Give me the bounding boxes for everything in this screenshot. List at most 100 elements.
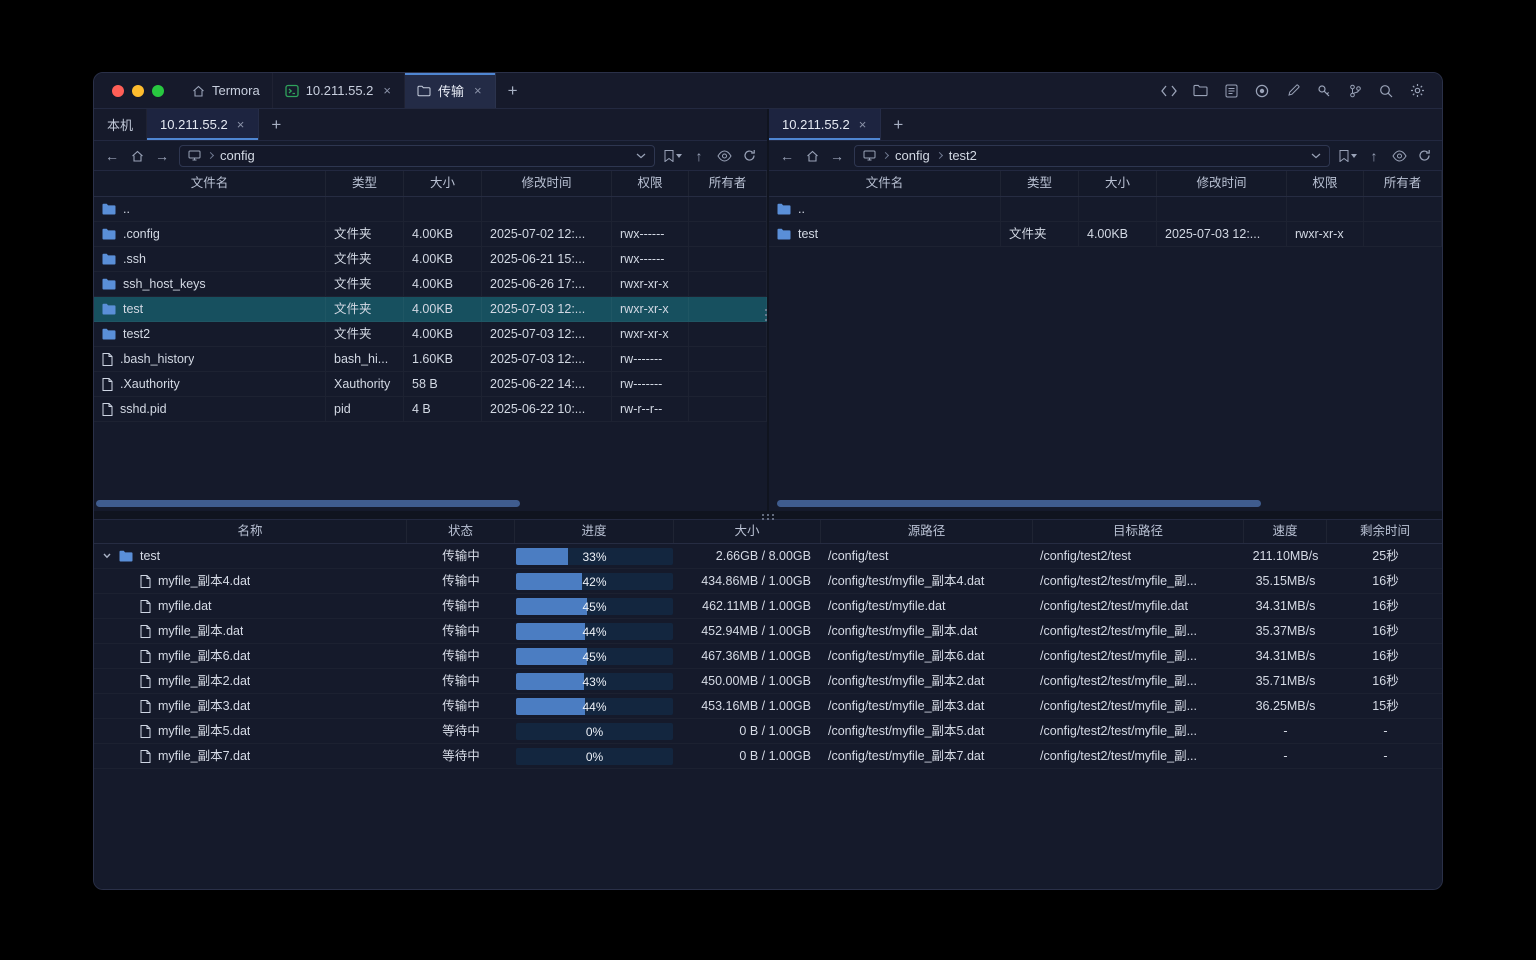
show-hidden-button[interactable] xyxy=(1391,146,1407,166)
search-icon[interactable] xyxy=(1377,82,1395,100)
transfer-row[interactable]: myfile_副本5.dat等待中0%0 B / 1.00GB/config/t… xyxy=(94,719,1442,744)
file-row[interactable]: .bash_historybash_hi...1.60KB2025-07-03 … xyxy=(94,347,767,372)
close-window-button[interactable] xyxy=(112,85,124,97)
chevron-down-icon[interactable] xyxy=(102,551,112,561)
file-row[interactable]: .. xyxy=(769,197,1442,222)
file-row[interactable]: sshd.pidpid4 B2025-06-22 10:...rw-r--r-- xyxy=(94,397,767,422)
path-segment[interactable]: test2 xyxy=(949,148,977,163)
zoom-window-button[interactable] xyxy=(152,85,164,97)
column-header[interactable]: 类型 xyxy=(326,171,404,196)
horizontal-scrollbar[interactable] xyxy=(96,500,520,507)
code-icon[interactable] xyxy=(1160,82,1178,100)
settings-icon[interactable] xyxy=(1408,82,1426,100)
back-button[interactable]: ← xyxy=(104,146,120,166)
folder-icon[interactable] xyxy=(1191,82,1209,100)
key-icon[interactable] xyxy=(1315,82,1333,100)
panel-new-tab-button[interactable]: + xyxy=(881,109,915,140)
transfer-name: myfile_副本3.dat xyxy=(158,694,250,718)
transfer-target-path: /config/test2/test/myfile_副... xyxy=(1033,669,1244,693)
column-header[interactable]: 类型 xyxy=(1001,171,1079,196)
path-breadcrumb[interactable]: config xyxy=(179,145,655,167)
home-button[interactable] xyxy=(804,146,820,166)
column-header[interactable]: 状态 xyxy=(407,520,515,543)
close-tab-icon[interactable]: × xyxy=(236,117,246,132)
column-header[interactable]: 源路径 xyxy=(821,520,1033,543)
progress-label: 0% xyxy=(516,723,673,740)
column-header[interactable]: 文件名 xyxy=(94,171,326,196)
new-tab-button[interactable]: + xyxy=(496,73,530,108)
panel-tab-host[interactable]: 10.211.55.2 × xyxy=(769,109,881,140)
file-row[interactable]: .config文件夹4.00KB2025-07-02 12:...rwx----… xyxy=(94,222,767,247)
transfer-splitter[interactable] xyxy=(94,511,1442,520)
forward-button[interactable]: → xyxy=(154,146,170,166)
file-owner-cell xyxy=(689,197,767,221)
bookmark-button[interactable] xyxy=(664,146,682,166)
transfer-row[interactable]: myfile.dat传输中45%462.11MB / 1.00GB/config… xyxy=(94,594,1442,619)
transfer-remaining-time: 16秒 xyxy=(1327,619,1443,643)
close-tab-icon[interactable]: × xyxy=(473,83,483,98)
chevron-down-icon[interactable] xyxy=(636,153,646,159)
bookmark-button[interactable] xyxy=(1339,146,1357,166)
show-hidden-button[interactable] xyxy=(716,146,732,166)
file-row[interactable]: test2文件夹4.00KB2025-07-03 12:...rwxr-xr-x xyxy=(94,322,767,347)
transfer-row[interactable]: myfile_副本4.dat传输中42%434.86MB / 1.00GB/co… xyxy=(94,569,1442,594)
column-header[interactable]: 大小 xyxy=(1079,171,1157,196)
branch-icon[interactable] xyxy=(1346,82,1364,100)
tab-host-10-211-55-2[interactable]: 10.211.55.2 × xyxy=(273,73,405,108)
column-header[interactable]: 名称 xyxy=(94,520,407,543)
tab-termora[interactable]: Termora xyxy=(180,73,273,108)
file-row[interactable]: ssh_host_keys文件夹4.00KB2025-06-26 17:...r… xyxy=(94,272,767,297)
refresh-button[interactable] xyxy=(1416,146,1432,166)
up-directory-button[interactable]: ↑ xyxy=(691,146,707,166)
transfer-row[interactable]: myfile_副本6.dat传输中45%467.36MB / 1.00GB/co… xyxy=(94,644,1442,669)
file-row[interactable]: .XauthorityXauthority58 B2025-06-22 14:.… xyxy=(94,372,767,397)
panel-tab-host[interactable]: 10.211.55.2 × xyxy=(147,109,259,140)
file-row[interactable]: .. xyxy=(94,197,767,222)
close-tab-icon[interactable]: × xyxy=(858,117,868,132)
file-row[interactable]: test文件夹4.00KB2025-07-03 12:...rwxr-xr-x xyxy=(94,297,767,322)
panel-new-tab-button[interactable]: + xyxy=(259,109,293,140)
panel-tab-local[interactable]: 本机 xyxy=(94,109,147,140)
column-header[interactable]: 所有者 xyxy=(1364,171,1442,196)
record-icon[interactable] xyxy=(1253,82,1271,100)
column-header[interactable]: 大小 xyxy=(674,520,821,543)
folder-icon xyxy=(102,278,116,290)
transfer-row[interactable]: myfile_副本3.dat传输中44%453.16MB / 1.00GB/co… xyxy=(94,694,1442,719)
up-directory-button[interactable]: ↑ xyxy=(1366,146,1382,166)
column-header[interactable]: 修改时间 xyxy=(482,171,612,196)
edit-icon[interactable] xyxy=(1284,82,1302,100)
file-row[interactable]: .ssh文件夹4.00KB2025-06-21 15:...rwx------ xyxy=(94,247,767,272)
close-tab-icon[interactable]: × xyxy=(382,83,392,98)
column-header[interactable]: 权限 xyxy=(612,171,689,196)
column-header[interactable]: 大小 xyxy=(404,171,482,196)
minimize-window-button[interactable] xyxy=(132,85,144,97)
back-button[interactable]: ← xyxy=(779,146,795,166)
tab-transfer[interactable]: 传输 × xyxy=(405,73,496,108)
transfer-row[interactable]: myfile_副本7.dat等待中0%0 B / 1.00GB/config/t… xyxy=(94,744,1442,769)
column-header[interactable]: 速度 xyxy=(1244,520,1327,543)
chevron-down-icon[interactable] xyxy=(1311,153,1321,159)
path-segment[interactable]: config xyxy=(895,148,930,163)
path-segment[interactable]: config xyxy=(220,148,255,163)
column-header[interactable]: 权限 xyxy=(1287,171,1364,196)
transfer-row[interactable]: myfile_副本2.dat传输中43%450.00MB / 1.00GB/co… xyxy=(94,669,1442,694)
column-header[interactable]: 文件名 xyxy=(769,171,1001,196)
column-header[interactable]: 剩余时间 xyxy=(1327,520,1443,543)
transfer-row[interactable]: test传输中33%2.66GB / 8.00GB/config/test/co… xyxy=(94,544,1442,569)
column-header[interactable]: 所有者 xyxy=(689,171,767,196)
forward-button[interactable]: → xyxy=(829,146,845,166)
folder-icon xyxy=(102,228,116,240)
column-header[interactable]: 修改时间 xyxy=(1157,171,1287,196)
file-permissions-cell: rwxr-xr-x xyxy=(612,297,689,321)
refresh-button[interactable] xyxy=(741,146,757,166)
log-icon[interactable] xyxy=(1222,82,1240,100)
path-breadcrumb[interactable]: config test2 xyxy=(854,145,1330,167)
home-button[interactable] xyxy=(129,146,145,166)
column-header[interactable]: 进度 xyxy=(515,520,674,543)
file-name-cell: sshd.pid xyxy=(94,397,326,421)
file-row[interactable]: test文件夹4.00KB2025-07-03 12:...rwxr-xr-x xyxy=(769,222,1442,247)
column-header[interactable]: 目标路径 xyxy=(1033,520,1244,543)
horizontal-scrollbar[interactable] xyxy=(777,500,1261,507)
transfer-row[interactable]: myfile_副本.dat传输中44%452.94MB / 1.00GB/con… xyxy=(94,619,1442,644)
left-panel-tabs: 本机 10.211.55.2 × + xyxy=(94,109,767,141)
